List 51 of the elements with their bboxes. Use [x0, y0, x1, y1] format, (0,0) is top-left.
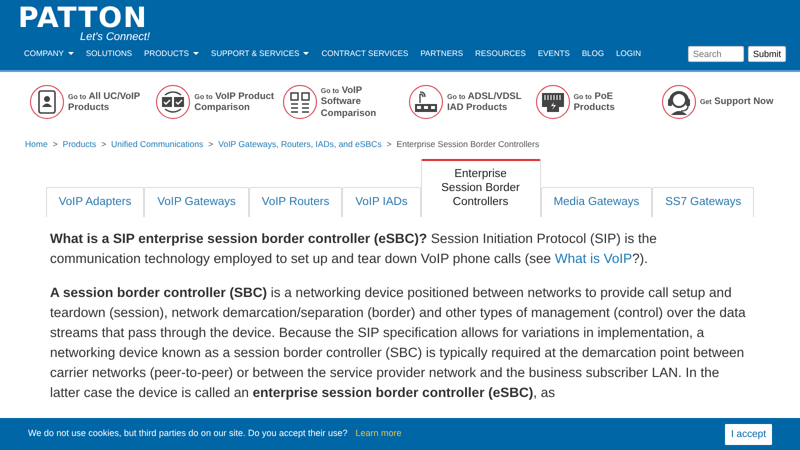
accept-button[interactable]: I accept [724, 424, 772, 444]
category-tab[interactable]: Enterprise Session Border Controllers [420, 158, 541, 217]
category-tab[interactable]: SS7 Gateways [652, 186, 754, 217]
caret-icon [192, 52, 199, 56]
breadcrumb-link[interactable]: Products [62, 138, 96, 151]
caret-icon [68, 52, 74, 56]
nav-link[interactable]: PARTNERS [414, 48, 470, 60]
breadcrumb-link[interactable]: Unified Communications [111, 138, 204, 151]
caret-icon [303, 52, 310, 56]
category-tab[interactable]: VoIP Adapters [46, 186, 144, 217]
category-tab[interactable]: VoIP IADs [342, 186, 421, 217]
nav-link[interactable]: SUPPORT & SERVICES [204, 48, 316, 60]
logo-tagline: Let's Connect! [80, 32, 151, 43]
quick-link-icon-circle[interactable] [409, 85, 444, 119]
breadcrumb-separator: > [386, 138, 392, 151]
category-tab[interactable]: VoIP Gateways [144, 186, 249, 217]
paragraph: A session border controller (SBC) is a networking device positioned between networks to provide call setup and teardown (session), network demarcation/separation (border) and other types of management (control) over the data streams that pass through the device. Because the SIP specification allows for variations in implementation, a networking device known as a session border controller (SBC) is typically required at the demarcation point between carrier networks (peer-to-peer) or between the service provider network and the business subscriber LAN. In the latter case the device is called an enterprise session border controller (eSBC), as [50, 284, 747, 402]
category-tab[interactable]: VoIP Routers [248, 186, 342, 217]
nav-link[interactable]: BLOG [576, 48, 610, 60]
headset-person-icon [666, 89, 691, 115]
submit-button[interactable]: Submit [748, 46, 786, 62]
checkbox-pair-icon [160, 91, 186, 113]
quick-link-icon-circle[interactable] [282, 85, 317, 119]
breadcrumb-separator: > [52, 138, 58, 151]
breadcrumb-separator: > [101, 138, 106, 151]
cookie-message: We do not use cookies, but third parties do on our site. Do you accept their use? [28, 427, 348, 440]
logo[interactable]: PATTON [18, 4, 786, 32]
quick-link-icon-circle[interactable] [662, 85, 696, 119]
learn-more-link[interactable]: Learn more [356, 427, 402, 441]
nav-link[interactable]: SOLUTIONS [80, 48, 138, 60]
breadcrumb-link[interactable]: VoIP Gateways, Routers, IADs, and eSBCs [218, 138, 382, 151]
breadcrumb-link[interactable]: Home [25, 138, 48, 151]
quick-link-icon-circle[interactable] [536, 85, 570, 119]
nav-link[interactable]: COMPANY [18, 48, 80, 60]
layout-icon [288, 91, 311, 113]
quick-link-icon-circle[interactable] [30, 85, 64, 119]
ethernet-port-icon [540, 91, 565, 113]
nav-link[interactable]: LOGIN [610, 48, 647, 60]
nav-link[interactable]: RESOURCES [469, 48, 532, 60]
quick-link-icon-circle[interactable] [156, 85, 190, 119]
breadcrumb-separator: > [208, 138, 214, 151]
router-icon [414, 91, 438, 113]
nav-link[interactable]: CONTRACT SERVICES [315, 48, 414, 60]
inline-link[interactable]: What is VoIP [554, 250, 632, 266]
nav-link[interactable]: EVENTS [532, 48, 576, 60]
nav-link[interactable]: PRODUCTS [138, 48, 205, 60]
category-tab[interactable]: Media Gateways [540, 186, 652, 217]
breadcrumb-current: Enterprise Session Border Controllers [396, 138, 540, 151]
phone-icon [38, 90, 56, 114]
paragraph: What is a SIP enterprise session border controller (eSBC)? Session Initiation Protocol (SIP) is the communication technology employed to set up and tear down VoIP phone calls (see What is VoIP?). [50, 230, 658, 268]
search-field[interactable]: Search [688, 46, 744, 62]
